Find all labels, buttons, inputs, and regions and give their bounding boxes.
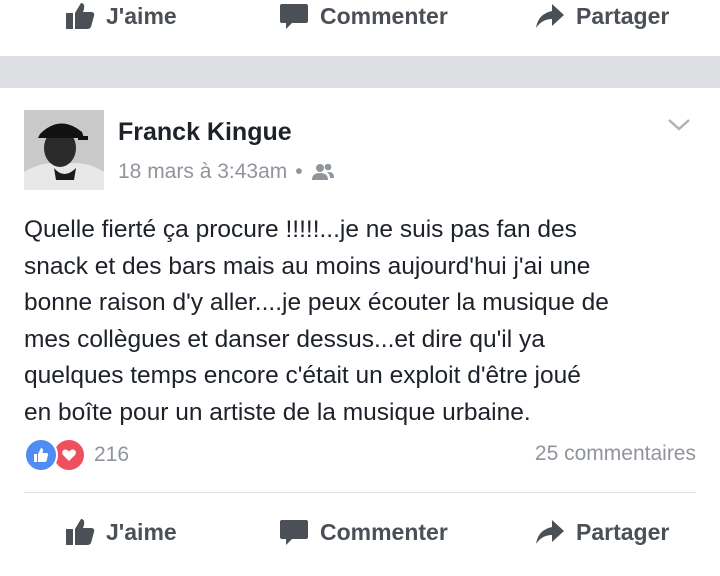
divider xyxy=(24,492,696,493)
author-avatar[interactable] xyxy=(24,110,104,190)
share-button[interactable]: Partager xyxy=(534,516,669,548)
thumbs-up-icon xyxy=(66,519,95,545)
avatar-photo xyxy=(24,110,104,190)
share-label: Partager xyxy=(576,518,670,545)
comment-label: Commenter xyxy=(320,518,448,545)
post-timestamp[interactable]: 18 mars à 3:43am xyxy=(118,160,287,184)
post-text-line: snack et des bars mais au moins aujourd'… xyxy=(24,252,591,280)
like-label: J'aime xyxy=(106,2,177,29)
post-text-line: en boîte pour un artiste de la musique u… xyxy=(24,398,531,426)
share-icon xyxy=(536,4,564,28)
comment-count-link[interactable]: 25 commentaires xyxy=(535,442,696,466)
post-text-line: mes collègues et danser dessus...et dire… xyxy=(24,325,545,353)
post-meta: 18 mars à 3:43am • xyxy=(118,160,335,184)
post-actions: J'aime Commenter Partager xyxy=(0,504,720,560)
share-button[interactable]: Partager xyxy=(534,0,669,32)
reaction-count: 216 xyxy=(94,443,130,466)
comment-button[interactable]: Commenter xyxy=(278,516,448,548)
friends-icon[interactable] xyxy=(311,162,335,182)
comment-label: Commenter xyxy=(320,2,448,29)
like-button[interactable]: J'aime xyxy=(64,0,177,32)
previous-post-card: J'aime Commenter Partager xyxy=(0,0,720,56)
thumbs-up-icon xyxy=(66,3,95,29)
post-card: Franck Kingue 18 mars à 3:43am • Quelle … xyxy=(0,88,720,576)
post-text-line: quelques temps encore c'était un exploit… xyxy=(24,362,581,389)
post-text: Quelle fierté ça procure !!!!!...je ne s… xyxy=(24,212,704,431)
post-text-line: Quelle fierté ça procure !!!!!...je ne s… xyxy=(24,216,577,243)
author-name[interactable]: Franck Kingue xyxy=(118,118,292,147)
meta-separator: • xyxy=(295,160,303,183)
chevron-down-icon[interactable] xyxy=(666,114,692,134)
previous-post-actions: J'aime Commenter Partager xyxy=(0,0,720,32)
comment-icon xyxy=(280,520,308,545)
share-label: Partager xyxy=(576,2,670,29)
like-label: J'aime xyxy=(106,518,177,545)
share-icon xyxy=(536,520,564,544)
like-button[interactable]: J'aime xyxy=(64,516,177,548)
like-reaction-icon xyxy=(24,438,58,472)
reactions-summary[interactable]: 216 xyxy=(24,438,129,472)
comment-icon xyxy=(280,4,308,29)
comment-button[interactable]: Commenter xyxy=(278,0,448,32)
post-text-line: bonne raison d'y aller....je peux écoute… xyxy=(24,289,609,316)
